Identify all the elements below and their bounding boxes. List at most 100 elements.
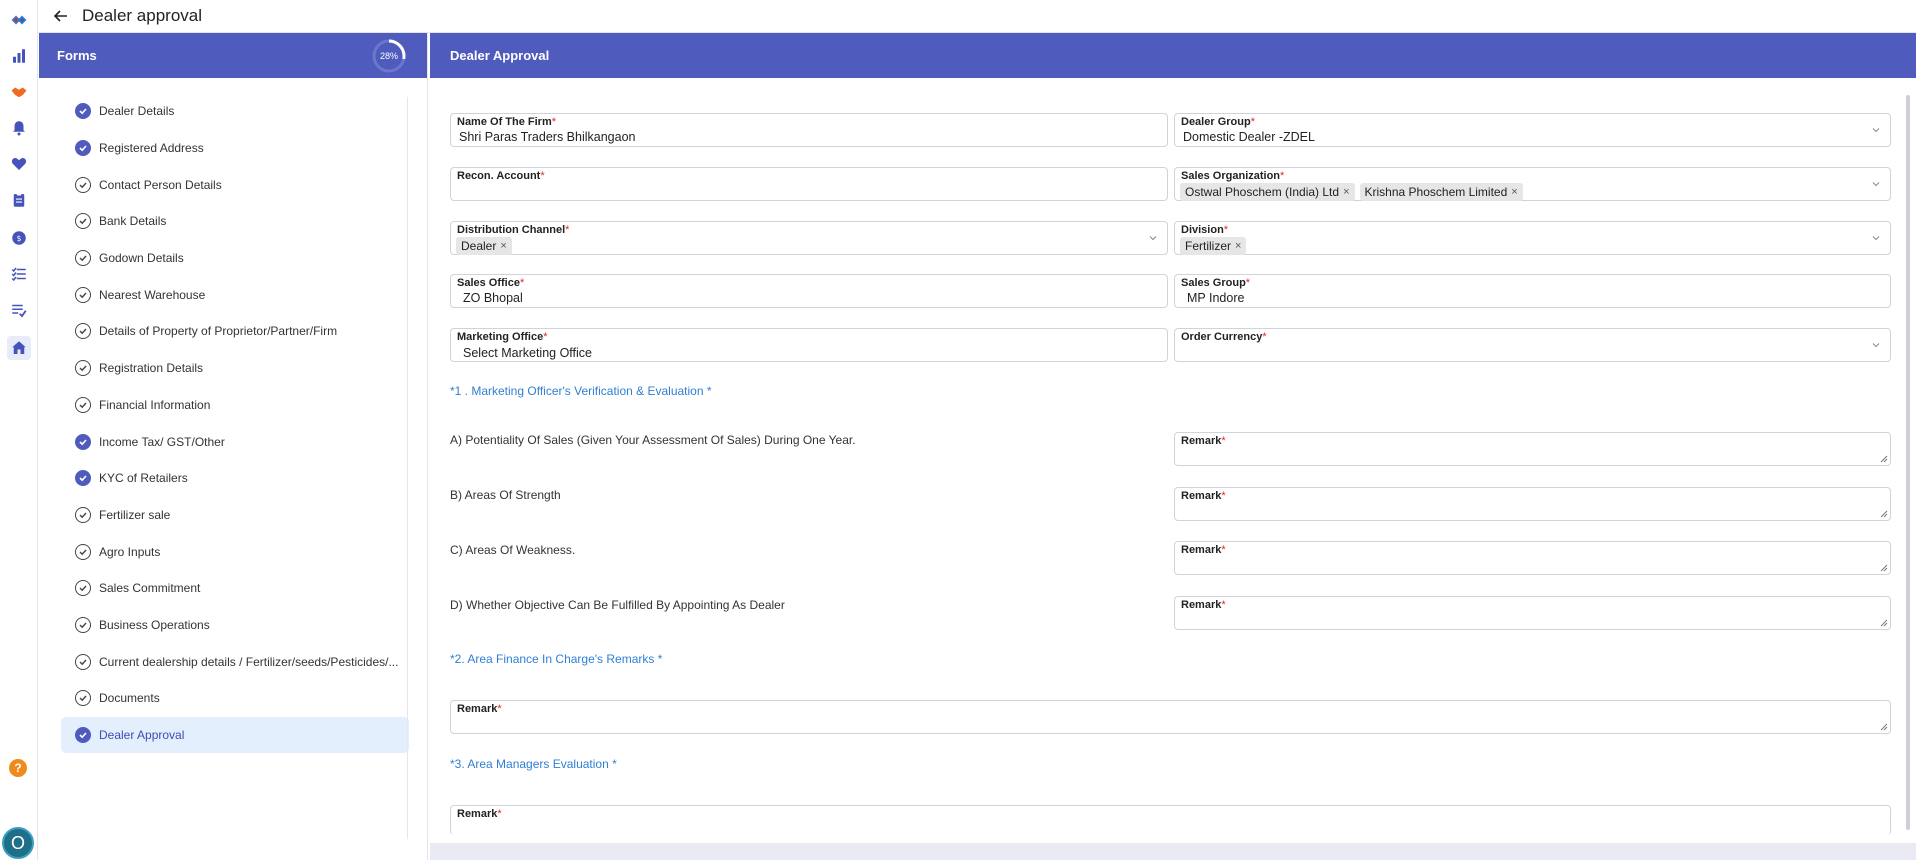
forms-title: Forms	[57, 48, 97, 63]
home-icon[interactable]	[7, 336, 31, 360]
back-arrow-icon[interactable]	[46, 1, 76, 31]
sales-group-field[interactable]: Sales Group* MP Indore	[1174, 274, 1891, 308]
sales-office-field[interactable]: Sales Office* ZO Bhopal	[450, 274, 1168, 308]
form-item[interactable]: Documents	[61, 680, 409, 717]
firm-name-label: Name Of The Firm*	[457, 116, 557, 128]
tasks-icon[interactable]	[7, 298, 31, 322]
form-item[interactable]: Nearest Warehouse	[61, 276, 409, 313]
help-icon[interactable]: ?	[9, 759, 27, 777]
remove-chip-icon[interactable]: ×	[1511, 186, 1517, 198]
form-item-label: Documents	[99, 691, 160, 706]
resize-grip-icon[interactable]	[1880, 619, 1888, 627]
remove-chip-icon[interactable]: ×	[500, 240, 506, 252]
chevron-down-icon[interactable]	[1872, 341, 1880, 349]
form-item[interactable]: Registered Address	[61, 130, 409, 167]
chevron-down-icon[interactable]	[1872, 234, 1880, 242]
form-item-label: Dealer Details	[99, 104, 175, 119]
form-item[interactable]: Financial Information	[61, 387, 409, 424]
question-a: A) Potentiality Of Sales (Given Your Ass…	[450, 433, 856, 447]
distribution-channel-select[interactable]: Distribution Channel* Dealer ×	[450, 221, 1168, 255]
distribution-channel-label: Distribution Channel*	[457, 224, 570, 236]
chip-division: Fertilizer ×	[1180, 237, 1247, 255]
order-currency-select[interactable]: Order Currency*	[1174, 328, 1891, 362]
form-item-label: Agro Inputs	[99, 544, 161, 559]
form-item[interactable]: Income Tax/ GST/Other	[61, 423, 409, 460]
form-item[interactable]: Dealer Approval	[61, 716, 409, 754]
firm-name-field[interactable]: Name Of The Firm* Shri Paras Traders Bhi…	[450, 113, 1168, 147]
chevron-down-icon[interactable]	[1872, 180, 1880, 188]
check-circle-outline-icon	[75, 286, 91, 303]
form-item[interactable]: Agro Inputs	[61, 533, 409, 570]
remove-chip-icon[interactable]: ×	[1343, 186, 1349, 198]
resize-grip-icon[interactable]	[1880, 455, 1888, 463]
resize-grip-icon[interactable]	[1880, 564, 1888, 572]
form-item-label: Sales Commitment	[99, 581, 201, 596]
scrollbar[interactable]	[1906, 95, 1910, 830]
chevron-down-icon[interactable]	[1872, 126, 1880, 134]
marketing-office-value: Select Marketing Office	[463, 346, 592, 360]
form-item[interactable]: Fertilizer sale	[61, 497, 409, 534]
form-item-label: Registered Address	[99, 141, 204, 156]
remark-a-textarea[interactable]: Remark*	[1174, 432, 1891, 466]
form-item-label: KYC of Retailers	[99, 471, 188, 486]
remove-chip-icon[interactable]: ×	[1235, 240, 1241, 252]
form-item-label: Contact Person Details	[99, 177, 222, 192]
check-circle-filled-icon	[75, 470, 91, 487]
resize-grip-icon[interactable]	[1880, 723, 1888, 731]
check-circle-outline-icon	[75, 323, 91, 340]
form-item[interactable]: Registration Details	[61, 350, 409, 387]
forms-panel: Forms 28% Dealer Details Registered Addre…	[39, 33, 428, 860]
remark-label: Remark*	[1181, 435, 1226, 447]
section-1-title: *1 . Marketing Officer's Verification & …	[450, 384, 712, 398]
chip-sales-org-1: Ostwal Phoschem (India) Ltd ×	[1180, 183, 1355, 201]
avatar[interactable]: O	[2, 827, 34, 859]
chevron-down-icon[interactable]	[1149, 234, 1157, 242]
remark-b-textarea[interactable]: Remark*	[1174, 487, 1891, 521]
remark-label: Remark*	[1181, 544, 1226, 556]
dealer-group-value: Domestic Dealer -ZDEL	[1183, 130, 1315, 144]
main-header: Dealer Approval	[430, 33, 1916, 78]
forms-header: Forms 28%	[39, 33, 427, 78]
form-item-label: Details of Property of Proprietor/Partne…	[99, 324, 338, 339]
form-item[interactable]: KYC of Retailers	[61, 460, 409, 497]
order-currency-label: Order Currency*	[1181, 331, 1267, 343]
progress-label: 28%	[379, 51, 398, 61]
form-item[interactable]: Godown Details	[61, 240, 409, 277]
resize-grip-icon[interactable]	[1880, 510, 1888, 518]
recon-account-label: Recon. Account*	[457, 170, 545, 182]
coin-icon[interactable]: $	[7, 226, 31, 250]
check-circle-outline-icon	[75, 543, 91, 560]
logo-icon[interactable]	[7, 8, 31, 32]
form-item[interactable]: Business Operations	[61, 607, 409, 644]
clipboard-icon[interactable]	[7, 188, 31, 212]
check-circle-filled-icon	[75, 103, 91, 120]
form-item[interactable]: Current dealership details / Fertilizer/…	[61, 643, 409, 680]
handshake-icon[interactable]	[7, 80, 31, 104]
form-item[interactable]: Bank Details	[61, 203, 409, 240]
app-window: $ ? O Dealer approval Forms 28% Dealer D…	[0, 0, 1916, 860]
remark-c-textarea[interactable]: Remark*	[1174, 541, 1891, 575]
marketing-office-select[interactable]: Marketing Office* Select Marketing Offic…	[450, 328, 1168, 362]
recon-account-field[interactable]: Recon. Account*	[450, 167, 1168, 201]
checklist-icon[interactable]	[7, 262, 31, 286]
heart-icon[interactable]	[7, 152, 31, 176]
division-select[interactable]: Division* Fertilizer ×	[1174, 221, 1891, 255]
form-item[interactable]: Dealer Details	[61, 93, 409, 130]
area-finance-remark-textarea[interactable]: Remark*	[450, 700, 1891, 734]
form-item[interactable]: Contact Person Details	[61, 166, 409, 203]
bell-icon[interactable]	[7, 116, 31, 140]
form-item[interactable]: Sales Commitment	[61, 570, 409, 607]
form-item[interactable]: Details of Property of Proprietor/Partne…	[61, 313, 409, 350]
dealer-group-select[interactable]: Dealer Group* Domestic Dealer -ZDEL	[1174, 113, 1891, 147]
remark-label: Remark*	[457, 808, 502, 820]
form-item-label: Registration Details	[99, 361, 204, 376]
remark-label: Remark*	[1181, 490, 1226, 502]
remark-d-textarea[interactable]: Remark*	[1174, 596, 1891, 630]
chart-icon[interactable]	[7, 44, 31, 68]
area-managers-remark-textarea[interactable]: Remark*	[450, 805, 1891, 835]
page-title: Dealer approval	[82, 6, 203, 25]
sales-organization-select[interactable]: Sales Organization* Ostwal Phoschem (Ind…	[1174, 167, 1891, 201]
left-rail: $ ? O	[0, 0, 38, 860]
sales-group-value: MP Indore	[1187, 291, 1245, 305]
section-2-title: *2. Area Finance In Charge's Remarks *	[450, 652, 663, 666]
